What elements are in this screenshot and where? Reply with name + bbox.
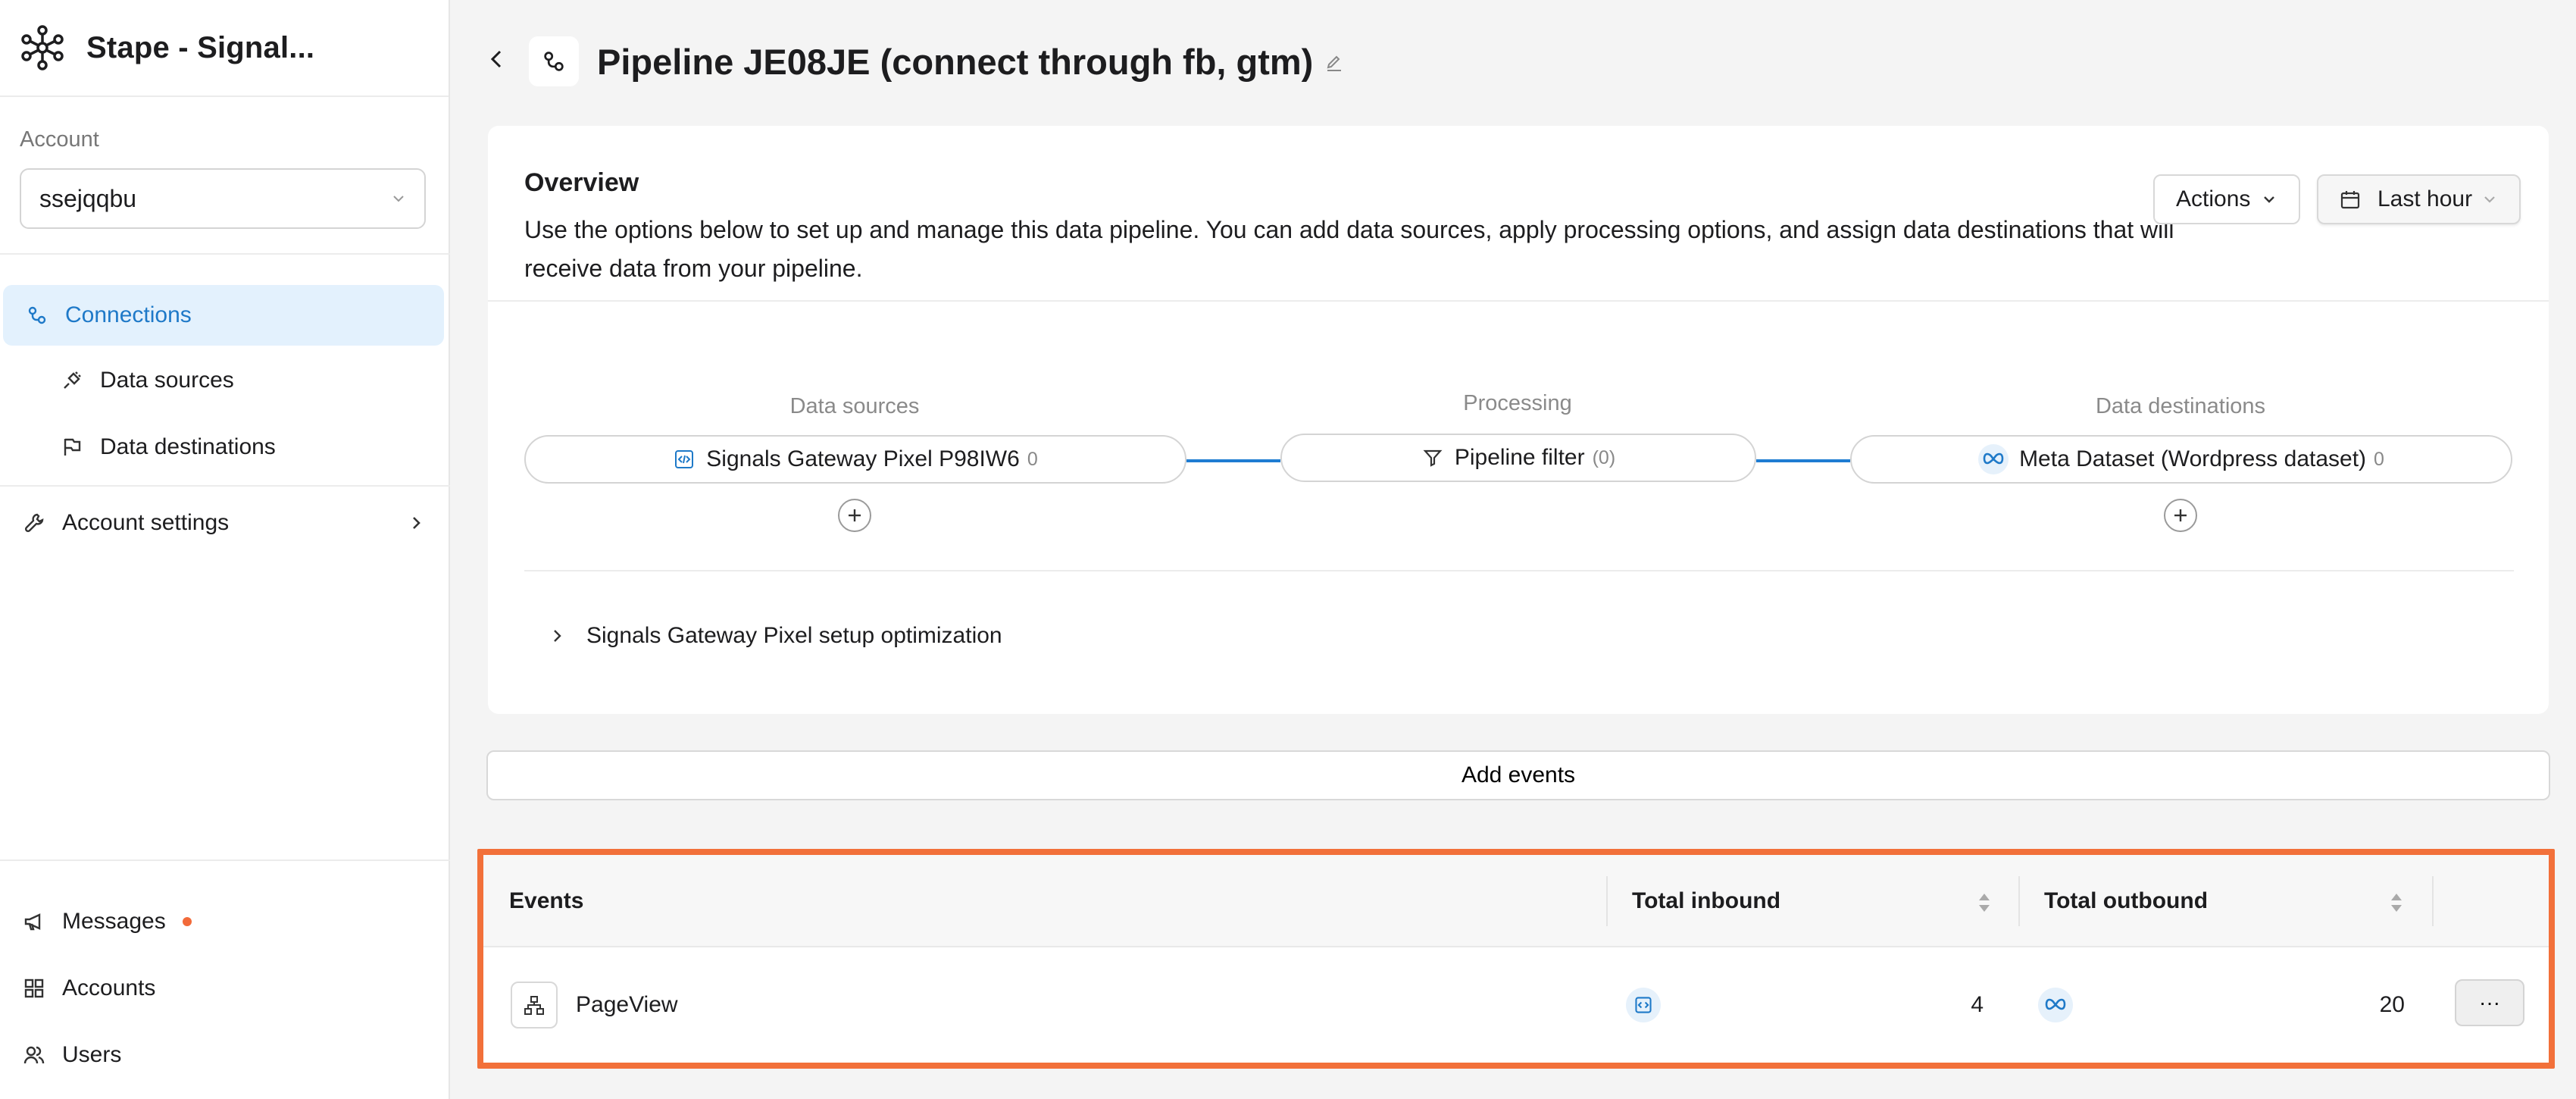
events-table: Events Total inbound Total outbound Page… [477,849,2555,1069]
edit-pencil-icon[interactable] [1324,53,1344,73]
page-title: Pipeline JE08JE (connect through fb, gtm… [597,42,1314,82]
destination-count: 0 [2374,448,2384,470]
sidebar-divider [0,253,450,255]
outbound-destination-cell [2038,947,2073,1063]
account-label: Account [20,127,99,152]
total-outbound-column-header[interactable]: Total outbound [2044,855,2208,947]
sidebar-item-label: Account settings [62,510,230,535]
account-select[interactable]: ssejqqbu [20,168,426,229]
actions-label: Actions [2176,186,2251,211]
pipeline-icon [529,36,579,86]
back-arrow-icon[interactable] [485,45,508,73]
outbound-count: 20 [2379,992,2405,1017]
sidebar: Stape - Signal... Account ssejqqbu Conne… [0,0,450,1099]
time-range-select[interactable]: Last hour [2317,174,2521,224]
add-destination-button[interactable] [2164,499,2197,532]
sidebar-item-label: Connections [65,302,192,327]
chevron-down-icon [2264,196,2275,203]
flag-icon [64,438,81,456]
table-header: Events Total inbound Total outbound [483,855,2549,947]
sidebar-item-messages[interactable]: Messages [0,891,450,952]
sidebar-item-data-sources[interactable]: Data sources [0,350,450,411]
overview-description: Use the options below to set up and mana… [524,216,2174,282]
overview-card: Overview Use the options below to set up… [488,126,2549,714]
plus-icon [849,509,861,521]
events-column-header: Events [509,888,584,913]
destination-pill[interactable]: Meta Dataset (Wordpress dataset) 0 [1850,435,2512,484]
chevron-right-icon [413,517,420,529]
pipeline-connector [1186,459,1280,462]
overview-title: Overview [524,168,639,197]
sort-icon[interactable] [2390,891,2403,914]
destination-name: Meta Dataset (Wordpress dataset) [2019,446,2367,471]
sidebar-item-label: Data sources [100,368,234,393]
chevron-right-icon [554,630,561,642]
network-logo-icon [21,25,64,70]
source-count: 0 [1027,448,1038,470]
column-divider [2018,876,2020,926]
meta-icon [1978,444,2009,474]
column-divider [1606,876,1608,926]
app-title: Stape - Signal... [86,30,315,64]
row-more-button[interactable]: ··· [2455,979,2524,1026]
code-icon [1626,988,1661,1022]
account-select-value: ssejqqbu [39,184,137,212]
event-name: PageView [576,992,678,1017]
sidebar-divider [0,485,450,487]
wrench-icon [24,513,44,533]
sidebar-item-label: Messages [62,909,166,934]
sidebar-item-account-settings[interactable]: Account settings [0,493,450,553]
data-destinations-label: Data destinations [2095,394,2266,418]
pipeline-connector [1756,459,1850,462]
connections-icon [28,306,46,324]
filter-icon [1421,446,1444,469]
event-cell: PageView [511,947,678,1063]
sidebar-item-accounts[interactable]: Accounts [0,958,450,1019]
sidebar-item-label: Data destinations [100,434,276,459]
brand-header: Stape - Signal... [0,0,449,97]
plug-icon [64,371,81,389]
source-name: Signals Gateway Pixel P98IW6 [706,446,1020,471]
calendar-icon [2340,191,2360,209]
add-events-button[interactable]: Add events [486,750,2550,800]
processing-pill[interactable]: Pipeline filter (0) [1280,434,1756,482]
optimization-accordion[interactable]: Signals Gateway Pixel setup optimization [549,623,1002,649]
sort-icon[interactable] [1977,891,1991,914]
card-divider [524,570,2514,571]
inbound-count: 4 [1971,992,1984,1017]
hierarchy-icon [511,982,558,1029]
optimization-label: Signals Gateway Pixel setup optimization [586,623,1002,648]
column-divider [2432,876,2434,926]
meta-icon [2038,988,2073,1022]
code-icon [673,448,696,471]
plus-icon [2174,509,2187,521]
chevron-down-icon [2484,196,2495,203]
card-divider [488,300,2549,302]
users-icon [23,1046,45,1064]
sidebar-item-data-destinations[interactable]: Data destinations [0,417,450,477]
sidebar-item-label: Users [62,1042,122,1067]
data-sources-label: Data sources [789,394,920,418]
notification-dot [182,917,192,926]
processing-label: Processing [1463,391,1572,415]
processing-count: (0) [1592,446,1616,468]
add-source-button[interactable] [838,499,871,532]
sidebar-divider [0,859,450,861]
sidebar-item-label: Accounts [62,975,156,1000]
inbound-source-cell [1626,947,1661,1063]
chevron-down-icon [393,196,404,202]
source-pill[interactable]: Signals Gateway Pixel P98IW6 0 [524,435,1186,484]
processing-name: Pipeline filter [1454,445,1585,470]
megaphone-icon [24,913,41,931]
sidebar-item-connections[interactable]: Connections [3,285,444,346]
sidebar-item-users[interactable]: Users [0,1025,450,1085]
time-range-label: Last hour [2377,186,2473,211]
actions-button[interactable]: Actions [2153,174,2301,224]
total-inbound-column-header[interactable]: Total inbound [1632,855,1780,947]
grid-icon [24,978,44,998]
